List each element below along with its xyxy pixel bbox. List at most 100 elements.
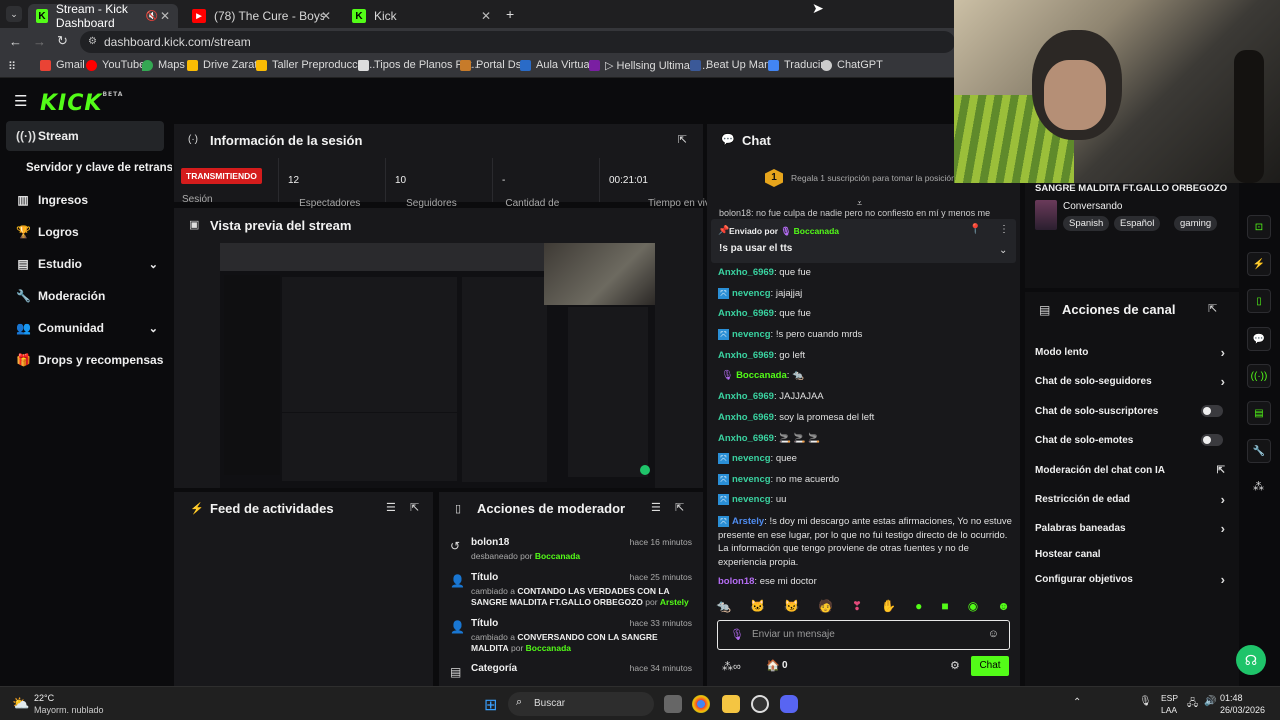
- tab-kick[interactable]: K Kick ✕: [344, 4, 499, 28]
- chat-input[interactable]: 🎙 Enviar un mensaje ☺: [717, 620, 1010, 650]
- bookmark-maps[interactable]: Maps: [142, 59, 185, 71]
- emote-icon[interactable]: 🧑: [818, 599, 833, 617]
- kick-logo[interactable]: KICKBETA: [40, 91, 123, 116]
- clock-date[interactable]: 26/03/2026: [1220, 705, 1265, 715]
- chat-send-button[interactable]: Chat: [971, 656, 1009, 676]
- tab-search-icon[interactable]: ⌄: [6, 6, 22, 22]
- sidebar-item-drops[interactable]: 🎁 Drops y recompensas: [6, 345, 164, 375]
- emote-icon[interactable]: ■: [941, 599, 948, 617]
- rail-lightning-icon[interactable]: ⚡: [1247, 252, 1271, 276]
- bookmark-gmail[interactable]: Gmail: [40, 59, 85, 71]
- chrome-icon[interactable]: [692, 695, 710, 713]
- weather-icon[interactable]: ⛅: [12, 695, 29, 712]
- rail-wrench-icon[interactable]: 🔧: [1247, 439, 1271, 463]
- sidebar-item-servidor[interactable]: Servidor y clave de retransmisión: [6, 153, 172, 183]
- emotes-only-toggle[interactable]: [1201, 434, 1223, 446]
- lang-top[interactable]: ESP: [1161, 693, 1178, 703]
- start-icon[interactable]: ⊞: [484, 695, 497, 715]
- file-explorer-icon[interactable]: [722, 695, 740, 713]
- url-field[interactable]: ⚙ dashboard.kick.com/stream: [80, 31, 955, 53]
- stream-category[interactable]: Conversando: [1063, 201, 1122, 212]
- rail-clipboard-icon[interactable]: ▯: [1247, 289, 1271, 313]
- sidebar-item-stream[interactable]: ((·)) Stream: [6, 121, 164, 151]
- emote-icon[interactable]: ●: [915, 599, 922, 617]
- action-banned-words[interactable]: Palabras baneadas ›: [1035, 521, 1225, 536]
- sidebar-item-moderacion[interactable]: 🔧 Moderación: [6, 281, 164, 311]
- bookmark-portal[interactable]: Portal Dse: [460, 59, 527, 71]
- rail-scan-icon[interactable]: ⊡: [1247, 215, 1271, 239]
- emote-icon[interactable]: 🐱: [750, 599, 765, 617]
- network-icon[interactable]: 🖧: [1187, 696, 1198, 713]
- forward-icon[interactable]: →: [33, 34, 46, 49]
- sidebar-item-comunidad[interactable]: 👥 Comunidad ⌄: [6, 313, 164, 343]
- sidebar-item-logros[interactable]: 🏆 Logros: [6, 217, 164, 247]
- bookmark-youtube[interactable]: YouTube: [86, 59, 145, 71]
- bookmark-chatgpt[interactable]: ChatGPT: [821, 59, 883, 71]
- sidebar-item-ingresos[interactable]: ▥ Ingresos: [6, 185, 164, 215]
- action-emotes-only[interactable]: Chat de solo-emotes: [1035, 434, 1225, 446]
- filter-icon[interactable]: ☰: [651, 501, 661, 514]
- popout-icon[interactable]: ⇱: [678, 133, 687, 146]
- tag[interactable]: Español: [1114, 216, 1161, 231]
- tag[interactable]: gaming: [1174, 216, 1218, 231]
- action-configure-goals[interactable]: Configurar objetivos ›: [1035, 572, 1225, 587]
- subs-only-toggle[interactable]: [1201, 405, 1223, 417]
- mic-tray-icon[interactable]: 🎙: [1139, 696, 1152, 707]
- support-button-icon[interactable]: ☊: [1236, 645, 1266, 675]
- rail-broadcast-icon[interactable]: ((·)): [1247, 364, 1271, 388]
- gift-sub-text[interactable]: Regala 1 suscripción para tomar la posic…: [791, 173, 956, 183]
- emote-icon[interactable]: ✋: [881, 599, 896, 617]
- close-tab-icon[interactable]: ✕: [160, 9, 170, 23]
- taskbar-search[interactable]: ⌕ Buscar: [508, 692, 654, 716]
- discord-icon[interactable]: [780, 695, 798, 713]
- emote-icon[interactable]: ❣: [852, 599, 862, 617]
- action-followers-only[interactable]: Chat de solo-seguidores ›: [1035, 374, 1225, 389]
- mute-icon[interactable]: 🔇: [146, 11, 158, 22]
- volume-icon[interactable]: 🔊: [1204, 696, 1216, 707]
- popout-icon[interactable]: ⇱: [675, 501, 684, 514]
- new-tab-icon[interactable]: +: [506, 6, 514, 22]
- close-tab-icon[interactable]: ✕: [481, 9, 491, 23]
- popout-icon[interactable]: ⇱: [1208, 302, 1217, 315]
- category-thumbnail[interactable]: [1035, 200, 1057, 230]
- emote-icon[interactable]: ☻: [997, 599, 1010, 617]
- action-age-restriction[interactable]: Restricción de edad ›: [1035, 492, 1225, 507]
- action-ai-moderation[interactable]: Moderación del chat con IA ⇱: [1035, 465, 1225, 476]
- stream-preview-video[interactable]: [220, 243, 655, 488]
- action-host-channel[interactable]: Hostear canal: [1035, 549, 1225, 560]
- close-tab-icon[interactable]: ✕: [321, 9, 331, 23]
- more-options-icon[interactable]: ⋮: [999, 224, 1009, 235]
- mic-icon[interactable]: 🎙: [730, 628, 744, 641]
- back-icon[interactable]: ←: [9, 34, 22, 49]
- bookmark-drive[interactable]: Drive Zarate: [187, 59, 264, 71]
- bookmark-beatup[interactable]: Beat Up Mania: [690, 59, 779, 71]
- popout-icon[interactable]: ⇱: [410, 501, 419, 514]
- unpin-icon[interactable]: 📍: [969, 224, 981, 235]
- emote-icon[interactable]: 🐀: [716, 599, 731, 617]
- rail-archive-icon[interactable]: ▤: [1247, 401, 1271, 425]
- action-subscribers-only[interactable]: Chat de solo-suscriptores: [1035, 405, 1225, 417]
- menu-icon[interactable]: ☰: [14, 92, 27, 110]
- pinned-message[interactable]: 📌 Enviado por 🎙 Boccanada !s pa usar el …: [711, 219, 1016, 263]
- reload-icon[interactable]: ↻: [57, 33, 68, 49]
- tray-chevron-icon[interactable]: ⌃: [1073, 697, 1081, 708]
- tab-kick-dashboard[interactable]: K Stream - Kick Dashboard 🔇 ✕: [28, 2, 178, 30]
- sidebar-item-estudio[interactable]: ▤ Estudio ⌄: [6, 249, 164, 279]
- tab-youtube[interactable]: ▶ (78) The Cure - Boys Don't Cry ✕: [184, 4, 339, 28]
- rail-users-icon[interactable]: ⁂: [1253, 480, 1264, 493]
- lang-bottom[interactable]: LAA: [1161, 705, 1177, 715]
- emote-icon[interactable]: ◉: [968, 599, 978, 617]
- settings-icon[interactable]: ⚙: [950, 659, 960, 672]
- tag[interactable]: Spanish: [1063, 216, 1110, 231]
- users-icon[interactable]: ⁂∞: [722, 660, 741, 673]
- rail-chat-icon[interactable]: 💬: [1247, 327, 1271, 351]
- obs-icon[interactable]: [751, 695, 769, 713]
- apps-icon[interactable]: ⠿: [8, 60, 16, 73]
- filter-icon[interactable]: ☰: [386, 501, 396, 514]
- action-slow-mode[interactable]: Modo lento ›: [1035, 345, 1225, 360]
- site-info-icon[interactable]: ⚙: [88, 31, 97, 53]
- task-view-icon[interactable]: [664, 695, 682, 713]
- clock-time[interactable]: 01:48: [1220, 693, 1243, 703]
- emote-icon[interactable]: 😼: [784, 599, 799, 617]
- bookmark-traducir[interactable]: Traducir: [768, 59, 824, 71]
